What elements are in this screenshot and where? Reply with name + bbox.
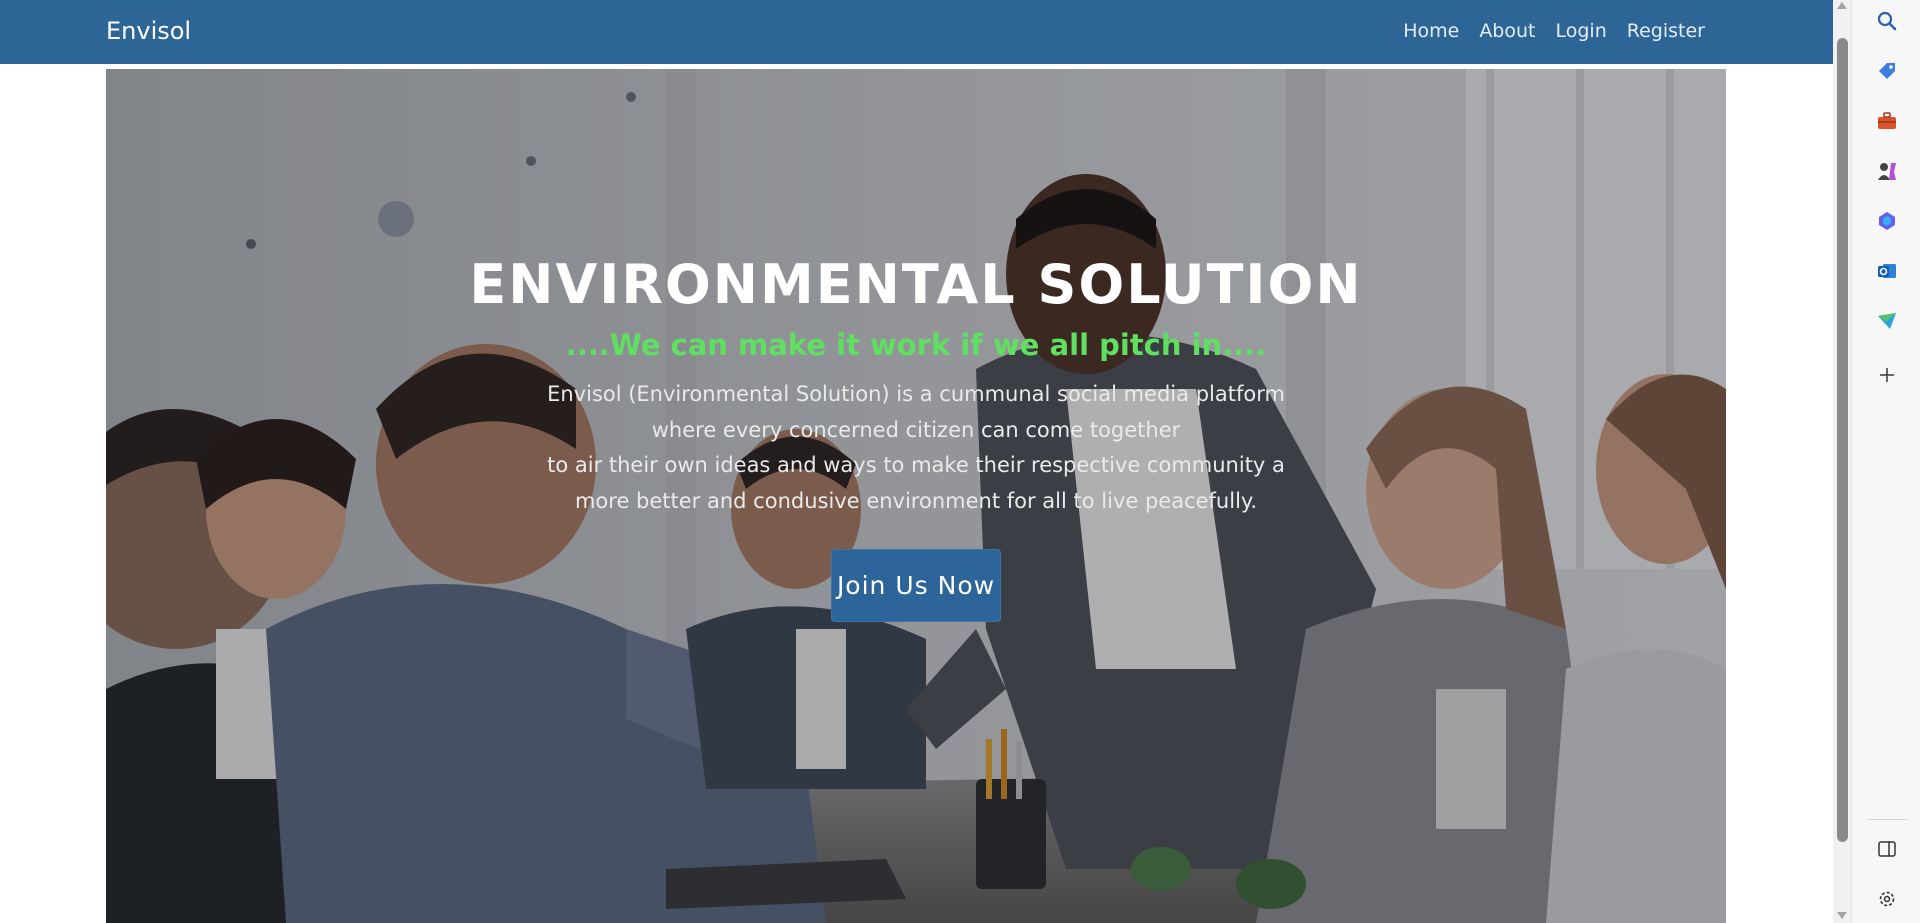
hero-description-line: where every concerned citizen can come t… bbox=[651, 417, 1181, 442]
nav-link-login[interactable]: Login bbox=[1546, 16, 1617, 46]
add-icon[interactable] bbox=[1874, 362, 1900, 388]
hero-description-line: Envisol (Environmental Solution) is a cu… bbox=[547, 382, 1285, 406]
hero-section: ENVIRONMENTAL SOLUTION ....We can make i… bbox=[106, 69, 1726, 923]
sidebar-toggle-icon[interactable] bbox=[1874, 836, 1900, 862]
sidebar-divider bbox=[1867, 819, 1907, 820]
scrollbar-thumb[interactable] bbox=[1837, 38, 1848, 842]
navbar: Envisol Home About Login Register bbox=[0, 0, 1833, 64]
nav-links: Home About Login Register bbox=[1393, 16, 1715, 46]
search-icon[interactable] bbox=[1874, 8, 1900, 34]
send-icon[interactable] bbox=[1874, 308, 1900, 334]
copilot-icon[interactable] bbox=[1874, 208, 1900, 234]
hero-description-line: more better and condusive environment fo… bbox=[574, 488, 1258, 513]
games-icon[interactable] bbox=[1874, 158, 1900, 184]
browser-sidebar bbox=[1851, 0, 1920, 923]
settings-icon[interactable] bbox=[1874, 886, 1900, 912]
hero-description-line: to air their own ideas and ways to make … bbox=[547, 453, 1285, 477]
nav-link-register[interactable]: Register bbox=[1617, 16, 1715, 46]
page-scrollbar[interactable] bbox=[1833, 0, 1851, 923]
briefcase-icon[interactable] bbox=[1874, 108, 1900, 134]
nav-link-about[interactable]: About bbox=[1469, 16, 1545, 46]
webpage: Envisol Home About Login Register ENVIRO… bbox=[0, 0, 1833, 923]
nav-link-home[interactable]: Home bbox=[1393, 16, 1469, 46]
shopping-tag-icon[interactable] bbox=[1874, 58, 1900, 84]
hero-title: ENVIRONMENTAL SOLUTION bbox=[469, 253, 1363, 316]
hero-content: ENVIRONMENTAL SOLUTION ....We can make i… bbox=[106, 69, 1726, 923]
scroll-up-arrow-icon[interactable] bbox=[1837, 2, 1847, 9]
brand-logo[interactable]: Envisol bbox=[106, 14, 191, 48]
outlook-icon[interactable] bbox=[1874, 258, 1900, 284]
join-us-now-button[interactable]: Join Us Now bbox=[831, 549, 1001, 622]
hero-description: Envisol (Environmental Solution) is a cu… bbox=[106, 377, 1726, 519]
hero-tagline: ....We can make it work if we all pitch … bbox=[565, 328, 1267, 362]
scroll-down-arrow-icon[interactable] bbox=[1837, 912, 1847, 919]
